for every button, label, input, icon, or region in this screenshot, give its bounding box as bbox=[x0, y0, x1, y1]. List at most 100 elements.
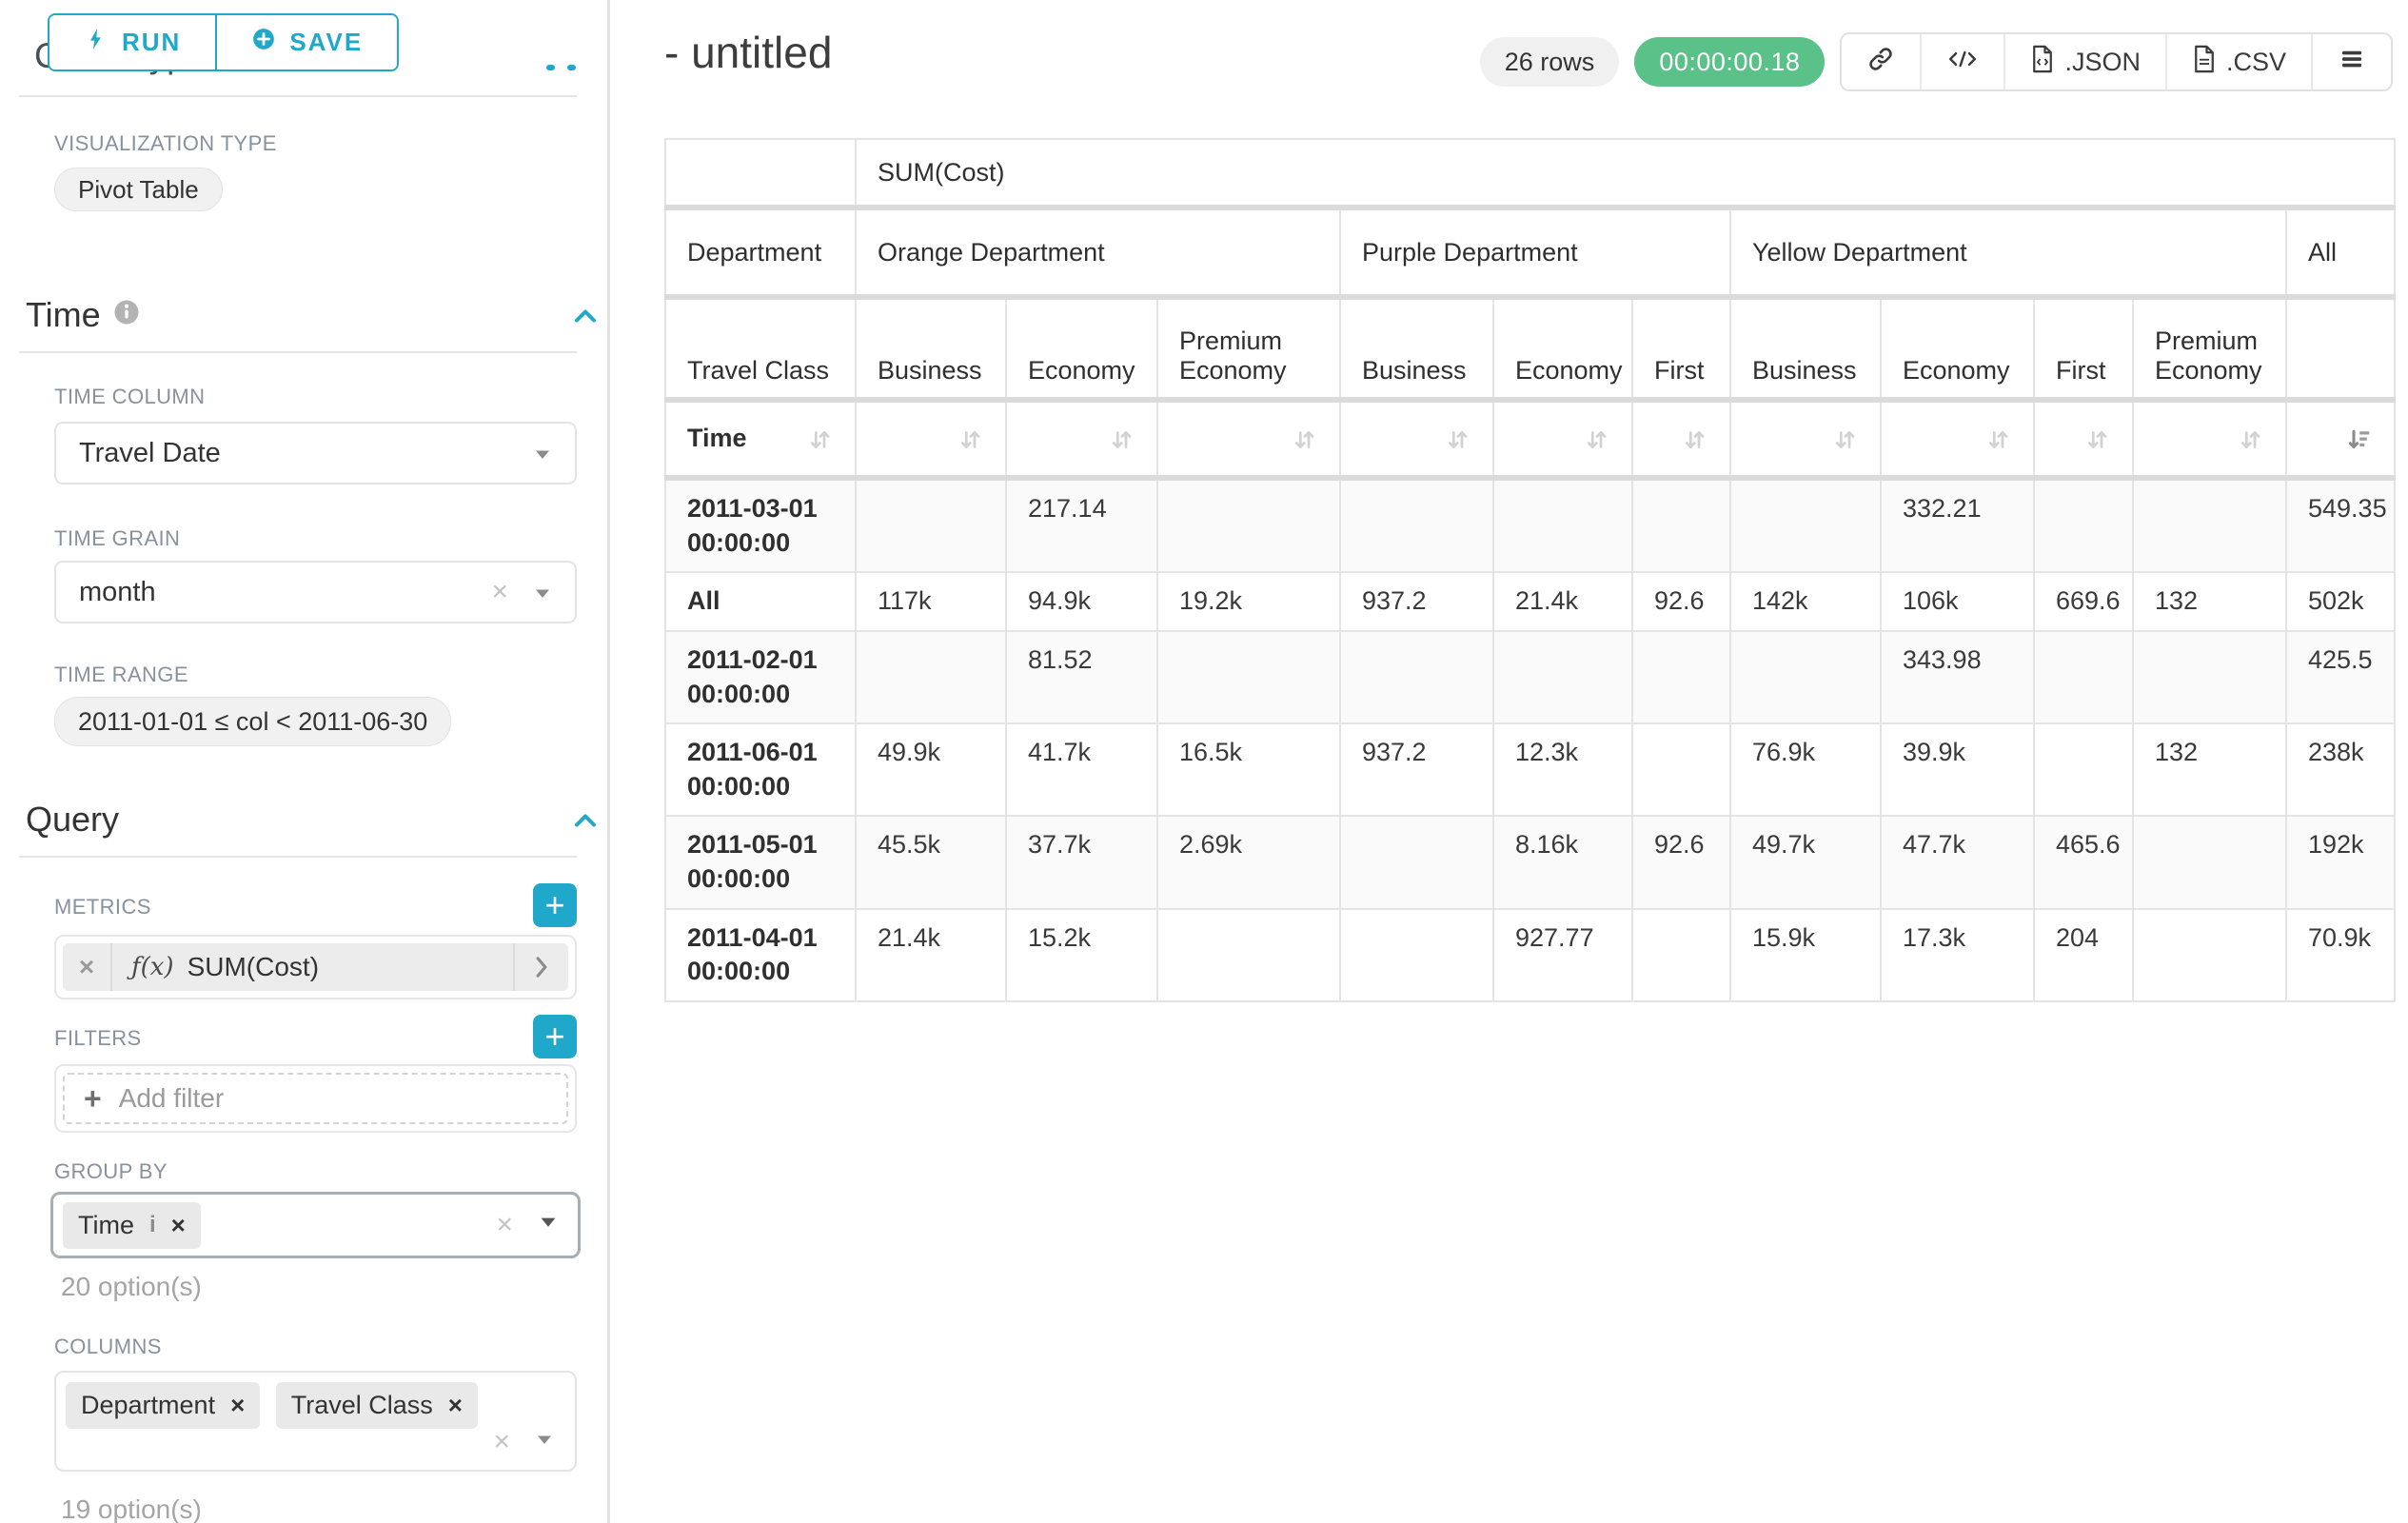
column-header: Premium Economy bbox=[1157, 297, 1340, 400]
pivot-cell: 45.5k bbox=[856, 816, 1006, 908]
pivot-cell: 142k bbox=[1730, 572, 1881, 631]
pivot-cell bbox=[1157, 478, 1340, 572]
pivot-cell: 76.9k bbox=[1730, 723, 1881, 816]
plus-circle-icon bbox=[251, 27, 276, 58]
group-by-label: GROUP BY bbox=[54, 1159, 168, 1184]
pivot-cell bbox=[2034, 631, 2133, 723]
link-icon bbox=[1866, 45, 1895, 80]
time-column-value: Travel Date bbox=[79, 438, 221, 469]
remove-chip-icon[interactable]: × bbox=[171, 1211, 186, 1240]
time-range-pill[interactable]: 2011-01-01 ≤ col < 2011-06-30 bbox=[54, 697, 451, 746]
sort-header[interactable] bbox=[1730, 400, 1881, 478]
table-row: 2011-05-01 00:00:0045.5k37.7k2.69k8.16k9… bbox=[665, 816, 2395, 908]
metrics-label: METRICS bbox=[54, 895, 151, 920]
chevron-right-icon[interactable] bbox=[513, 943, 568, 991]
visualization-type-pill[interactable]: Pivot Table bbox=[54, 168, 223, 211]
column-header: Economy bbox=[1006, 297, 1157, 400]
menu-button[interactable] bbox=[2311, 34, 2391, 89]
chevron-tip-dot bbox=[567, 65, 576, 70]
pivot-cell: 94.9k bbox=[1006, 572, 1157, 631]
section-divider bbox=[19, 351, 577, 353]
embed-code-button[interactable] bbox=[1920, 34, 2003, 89]
chevron-down-icon[interactable] bbox=[535, 1434, 554, 1452]
clear-icon[interactable]: × bbox=[493, 1428, 510, 1456]
row-header: 2011-06-01 00:00:00 bbox=[665, 723, 856, 816]
pivot-cell: 15.9k bbox=[1730, 909, 1881, 1001]
pivot-cell: 49.9k bbox=[856, 723, 1006, 816]
pivot-cell: 332.21 bbox=[1881, 478, 2034, 572]
filters-label: FILTERS bbox=[54, 1026, 142, 1051]
function-icon: ƒ(x) bbox=[131, 953, 174, 981]
pivot-cell bbox=[1632, 723, 1730, 816]
add-filter-plus-button[interactable]: + bbox=[533, 1015, 577, 1058]
pivot-cell: 927.77 bbox=[1493, 909, 1632, 1001]
row-header: 2011-05-01 00:00:00 bbox=[665, 816, 856, 908]
metric-chip[interactable]: × ƒ(x) SUM(Cost) bbox=[63, 943, 568, 991]
pivot-cell bbox=[1340, 478, 1493, 572]
query-section-title: Query bbox=[26, 800, 119, 840]
time-column-select[interactable]: Travel Date bbox=[54, 422, 577, 485]
sort-header[interactable] bbox=[2286, 400, 2395, 478]
clear-icon[interactable]: × bbox=[491, 578, 508, 606]
pivot-cell: 39.9k bbox=[1881, 723, 2034, 816]
pivot-cell: 70.9k bbox=[2286, 909, 2395, 1001]
sort-header[interactable] bbox=[2133, 400, 2286, 478]
pivot-cell: 217.14 bbox=[1006, 478, 1157, 572]
clear-icon[interactable]: × bbox=[496, 1211, 513, 1239]
table-row: 2011-03-01 00:00:00217.14332.21549.35 bbox=[665, 478, 2395, 572]
add-metric-button[interactable]: + bbox=[533, 883, 577, 927]
chevron-up-icon[interactable] bbox=[568, 299, 602, 342]
pivot-cell bbox=[2133, 816, 2286, 908]
column-header: Business bbox=[856, 297, 1006, 400]
sort-header[interactable] bbox=[1006, 400, 1157, 478]
group-by-select[interactable]: Time i × × bbox=[50, 1192, 581, 1258]
sort-header[interactable] bbox=[1340, 400, 1493, 478]
sort-header-time[interactable]: Time bbox=[665, 400, 856, 478]
export-csv-button[interactable]: .CSV bbox=[2165, 34, 2311, 89]
corner-cell bbox=[665, 139, 856, 208]
row-header: 2011-04-01 00:00:00 bbox=[665, 909, 856, 1001]
group-by-chip-time[interactable]: Time i × bbox=[63, 1202, 201, 1249]
remove-metric-icon[interactable]: × bbox=[63, 943, 112, 991]
sort-header[interactable] bbox=[1157, 400, 1340, 478]
pivot-table: SUM(Cost)DepartmentOrange DepartmentPurp… bbox=[664, 138, 2396, 1002]
columns-chip-travel-class[interactable]: Travel Class × bbox=[276, 1382, 478, 1429]
save-button-label: SAVE bbox=[289, 28, 363, 57]
pivot-cell bbox=[2034, 723, 2133, 816]
time-section-header[interactable]: Time bbox=[26, 295, 141, 335]
sort-header[interactable] bbox=[2034, 400, 2133, 478]
pivot-cell: 238k bbox=[2286, 723, 2395, 816]
chart-title[interactable]: - untitled bbox=[664, 27, 832, 78]
pivot-cell bbox=[1632, 478, 1730, 572]
remove-chip-icon[interactable]: × bbox=[230, 1391, 245, 1420]
copy-link-button[interactable] bbox=[1842, 34, 1920, 89]
add-filter-dropzone[interactable]: + Add filter bbox=[63, 1073, 568, 1124]
run-button[interactable]: RUN bbox=[49, 15, 215, 69]
pivot-cell: 41.7k bbox=[1006, 723, 1157, 816]
result-controls: 26 rows 00:00:00.18 .JSON .CSV bbox=[1480, 32, 2393, 91]
chevron-up-icon[interactable] bbox=[568, 803, 602, 846]
sort-header[interactable] bbox=[1881, 400, 2034, 478]
chevron-down-icon[interactable] bbox=[533, 438, 552, 469]
chevron-down-icon[interactable] bbox=[538, 1216, 559, 1235]
columns-select[interactable]: Department × Travel Class × × bbox=[54, 1371, 577, 1472]
sort-header[interactable] bbox=[1493, 400, 1632, 478]
export-json-button[interactable]: .JSON bbox=[2003, 34, 2165, 89]
time-range-value: 2011-01-01 ≤ col < 2011-06-30 bbox=[78, 707, 427, 737]
chart-panel: - untitled 26 rows 00:00:00.18 .JSON bbox=[610, 0, 2408, 1523]
filters-container: + Add filter bbox=[54, 1064, 577, 1133]
remove-chip-icon[interactable]: × bbox=[448, 1391, 463, 1420]
query-section-header[interactable]: Query bbox=[26, 800, 119, 840]
run-save-button-group: RUN SAVE bbox=[48, 13, 399, 71]
pivot-cell: 81.52 bbox=[1006, 631, 1157, 723]
save-button[interactable]: SAVE bbox=[215, 15, 397, 69]
columns-chip-department[interactable]: Department × bbox=[66, 1382, 260, 1429]
pivot-cell: 465.6 bbox=[2034, 816, 2133, 908]
plus-icon: + bbox=[84, 1083, 102, 1114]
sort-header[interactable] bbox=[856, 400, 1006, 478]
chevron-down-icon[interactable] bbox=[533, 577, 552, 608]
sort-header[interactable] bbox=[1632, 400, 1730, 478]
column-group-header: Yellow Department bbox=[1730, 208, 2286, 297]
pivot-cell: 343.98 bbox=[1881, 631, 2034, 723]
time-grain-select[interactable]: month × bbox=[54, 561, 577, 623]
